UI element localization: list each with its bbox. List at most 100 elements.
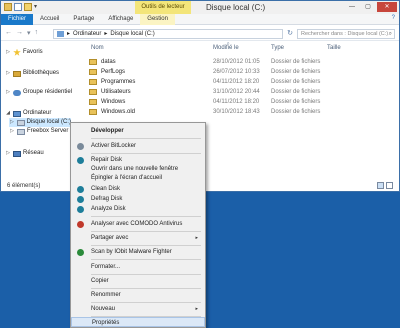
search-input[interactable]: Rechercher dans : Disque local (C:) ⌕ — [297, 29, 395, 39]
submenu-arrow-icon: ▸ — [195, 306, 198, 312]
menu-item-label: Clean Disk — [91, 186, 121, 192]
ribbon-tabs: Fichier Accueil Partage Affichage Gestio… — [1, 14, 399, 25]
breadcrumb[interactable]: ▸ Ordinateur ▸ Disque local (C:) — [53, 29, 283, 39]
maximize-button[interactable]: ▢ — [361, 2, 375, 12]
drive-icon — [16, 119, 25, 126]
column-header-row: Nom ^ Modifié le Type Taille — [87, 42, 397, 53]
menu-item-label: Defrag Disk — [91, 196, 123, 202]
tab-fichier[interactable]: Fichier — [1, 14, 34, 25]
menu-item-copier[interactable]: Copier — [71, 276, 205, 286]
clean-icon — [77, 186, 84, 193]
tab-affichage[interactable]: Affichage — [101, 14, 140, 25]
breadcrumb-disque-local[interactable]: Disque local (C:) — [110, 30, 154, 38]
file-modified: 31/10/2012 20:44 — [213, 89, 260, 95]
menu-item-developper[interactable]: Développer — [71, 126, 205, 136]
forward-arrow-icon[interactable]: → — [16, 29, 23, 37]
sidebar-item-label: Disque local (C:) — [26, 119, 71, 125]
folder-icon — [89, 109, 97, 115]
repair-icon — [77, 157, 84, 164]
file-modified: 26/07/2012 10:33 — [213, 69, 260, 75]
submenu-arrow-icon: ▸ — [195, 235, 198, 241]
help-icon[interactable]: ? — [392, 15, 395, 21]
quick-access-toolbar: ▾ — [4, 3, 37, 11]
tab-accueil[interactable]: Accueil — [33, 14, 66, 25]
table-row[interactable]: Utilisateurs 31/10/2012 20:44 Dossier de… — [87, 87, 387, 97]
breadcrumb-separator[interactable]: ▸ — [67, 30, 70, 38]
expand-chevron-icon[interactable]: ▷ — [5, 88, 11, 97]
sidebar-item-ordinateur[interactable]: ◢ Ordinateur — [5, 109, 51, 118]
file-modified: 28/10/2012 01:05 — [213, 59, 260, 65]
tab-partage[interactable]: Partage — [66, 14, 101, 25]
sidebar-item-favoris[interactable]: ▷ Favoris — [5, 48, 43, 57]
column-header-nom[interactable]: Nom — [91, 45, 104, 51]
minimize-button[interactable]: — — [345, 2, 359, 12]
homegroup-icon — [13, 89, 21, 96]
menu-item-partager-avec[interactable]: Partager avec ▸ — [71, 233, 205, 243]
file-modified: 04/11/2012 18:20 — [213, 79, 260, 85]
sidebar-item-reseau[interactable]: ▷ Réseau — [5, 149, 44, 158]
menu-separator — [91, 274, 201, 275]
menu-separator — [91, 288, 201, 289]
recent-dropdown-icon[interactable]: ▾ — [27, 29, 31, 37]
menu-separator — [91, 138, 201, 139]
menu-item-comodo[interactable]: Analyser avec COMODO Antivirus — [71, 219, 205, 229]
sidebar-item-groupe-residentiel[interactable]: ▷ Groupe résidentiel — [5, 88, 72, 97]
analyze-icon — [77, 206, 84, 213]
breadcrumb-ordinateur[interactable]: Ordinateur — [73, 30, 101, 38]
sidebar-item-disque-local[interactable]: ▷ Disque local (C:) — [9, 118, 71, 127]
folder-icon[interactable] — [4, 3, 12, 11]
menu-item-analyze-disk[interactable]: Analyze Disk — [71, 204, 205, 214]
collapse-chevron-icon[interactable]: ◢ — [5, 109, 11, 118]
large-icons-view-icon[interactable] — [386, 182, 393, 189]
star-icon — [13, 48, 21, 56]
menu-item-label: Analyser avec COMODO Antivirus — [91, 221, 183, 227]
close-button[interactable]: ✕ — [377, 2, 397, 12]
navigation-buttons: ← → ▾ ↑ — [5, 29, 38, 37]
new-folder-icon[interactable] — [24, 3, 32, 11]
menu-item-defrag-disk[interactable]: Defrag Disk — [71, 194, 205, 204]
table-row[interactable]: Programmes 04/11/2012 18:20 Dossier de f… — [87, 77, 387, 87]
back-arrow-icon[interactable]: ← — [5, 29, 12, 37]
menu-item-iobit[interactable]: Scan by IObit Malware Fighter — [71, 247, 205, 257]
title-bar: ▾ Outils de lecteur Disque local (C:) — … — [1, 1, 399, 14]
table-row[interactable]: PerfLogs 26/07/2012 10:33 Dossier de fic… — [87, 67, 387, 77]
menu-item-clean-disk[interactable]: Clean Disk — [71, 184, 205, 194]
menu-item-activer-bitlocker[interactable]: Activer BitLocker — [71, 141, 205, 151]
quick-access-dropdown-icon[interactable]: ▾ — [34, 3, 37, 11]
folder-icon — [89, 59, 97, 65]
menu-item-proprietes[interactable]: Propriétés — [71, 317, 205, 327]
folder-icon — [89, 69, 97, 75]
table-row[interactable]: Windows 04/11/2012 18:20 Dossier de fich… — [87, 97, 387, 107]
menu-item-nouveau[interactable]: Nouveau ▸ — [71, 304, 205, 314]
computer-icon — [57, 31, 64, 37]
up-arrow-icon[interactable]: ↑ — [35, 29, 39, 37]
refresh-icon[interactable]: ↻ — [285, 29, 295, 39]
column-header-taille[interactable]: Taille — [327, 45, 341, 51]
expand-chevron-icon[interactable]: ▷ — [5, 69, 11, 78]
menu-separator — [91, 302, 201, 303]
column-header-type[interactable]: Type — [271, 45, 284, 51]
window-controls: — ▢ ✕ — [345, 2, 397, 12]
menu-item-label: Partager avec — [91, 235, 129, 241]
file-type: Dossier de fichiers — [271, 109, 321, 115]
column-header-modifie[interactable]: Modifié le — [213, 45, 239, 51]
breadcrumb-separator[interactable]: ▸ — [104, 30, 107, 38]
file-modified: 30/10/2012 18:43 — [213, 109, 260, 115]
expand-chevron-icon[interactable]: ▷ — [5, 149, 11, 158]
details-view-icon[interactable] — [377, 182, 384, 189]
tab-gestion[interactable]: Gestion — [140, 14, 175, 25]
menu-item-formater[interactable]: Formater... — [71, 262, 205, 272]
menu-item-epingler[interactable]: Épingler à l'écran d'accueil — [71, 173, 205, 183]
expand-chevron-icon[interactable]: ▷ — [5, 48, 11, 57]
menu-item-renommer[interactable]: Renommer — [71, 290, 205, 300]
properties-icon[interactable] — [14, 3, 22, 11]
sidebar-item-freebox-server[interactable]: ▷ Freebox Server — [9, 127, 68, 136]
table-row[interactable]: Windows.old 30/10/2012 18:43 Dossier de … — [87, 107, 387, 117]
table-row[interactable]: datas 28/10/2012 01:05 Dossier de fichie… — [87, 57, 387, 67]
search-icon[interactable]: ⌕ — [389, 30, 392, 38]
sidebar-item-label: Favoris — [23, 49, 43, 55]
expand-chevron-icon[interactable]: ▷ — [9, 118, 15, 127]
sidebar-item-bibliotheques[interactable]: ▷ Bibliothèques — [5, 69, 59, 78]
menu-separator — [91, 216, 201, 217]
expand-chevron-icon[interactable]: ▷ — [9, 127, 15, 136]
